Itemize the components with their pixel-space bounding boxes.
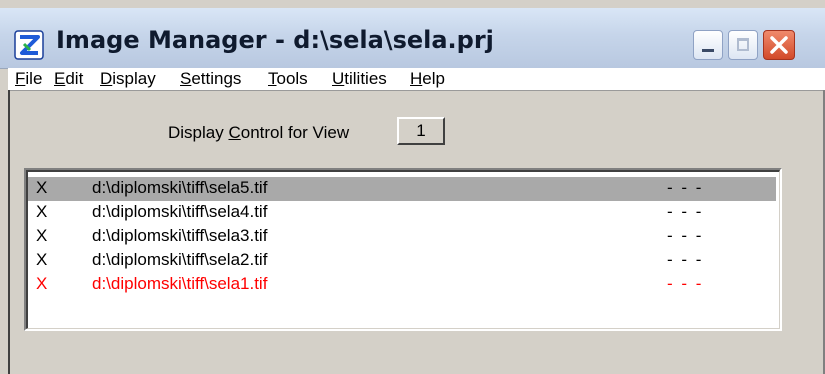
close-icon bbox=[770, 36, 788, 54]
window-border-left bbox=[8, 90, 10, 374]
title-bar[interactable]: Image Manager - d:\sela\sela.prj bbox=[0, 8, 825, 69]
image-status: - - - bbox=[667, 178, 704, 197]
image-file-path: d:\diplomski\tiff\sela1.tif bbox=[92, 274, 268, 293]
image-list-row[interactable]: Xd:\diplomski\tiff\sela4.tif - - - bbox=[28, 201, 779, 225]
minimize-button[interactable] bbox=[693, 30, 723, 60]
close-button[interactable] bbox=[763, 30, 795, 60]
image-status: - - - bbox=[667, 250, 704, 269]
menu-display[interactable]: Display bbox=[100, 69, 156, 89]
image-list-row[interactable]: Xd:\diplomski\tiff\sela5.tif - - - bbox=[28, 177, 776, 201]
display-toggle-mark[interactable]: X bbox=[36, 202, 47, 222]
image-file-path: d:\diplomski\tiff\sela3.tif bbox=[92, 226, 268, 245]
minimize-icon bbox=[702, 49, 714, 52]
display-toggle-mark[interactable]: X bbox=[36, 178, 47, 198]
image-file-path: d:\diplomski\tiff\sela2.tif bbox=[92, 250, 268, 269]
image-file-path: d:\diplomski\tiff\sela4.tif bbox=[92, 202, 268, 221]
menu-file[interactable]: File bbox=[15, 69, 42, 89]
image-status: - - - bbox=[667, 226, 704, 245]
app-icon bbox=[14, 30, 44, 60]
image-list-frame: Xd:\diplomski\tiff\sela5.tif - - - Xd:\dip… bbox=[24, 168, 782, 331]
menu-edit[interactable]: Edit bbox=[54, 69, 83, 89]
image-list-row[interactable]: Xd:\diplomski\tiff\sela1.tif - - - bbox=[28, 273, 779, 297]
menu-help[interactable]: Help bbox=[410, 69, 445, 89]
image-list-row[interactable]: Xd:\diplomski\tiff\sela2.tif - - - bbox=[28, 249, 779, 273]
view-number-button[interactable]: 1 bbox=[397, 117, 445, 145]
menu-bar: File Edit Display Settings Tools Utiliti… bbox=[8, 68, 825, 91]
image-list[interactable]: Xd:\diplomski\tiff\sela5.tif - - - Xd:\dip… bbox=[26, 170, 780, 329]
image-status: - - - bbox=[667, 274, 704, 293]
image-file-path: d:\diplomski\tiff\sela5.tif bbox=[92, 178, 268, 197]
maximize-icon bbox=[737, 38, 749, 51]
menu-settings[interactable]: Settings bbox=[180, 69, 241, 89]
display-control-label: Display Control for View bbox=[168, 123, 350, 142]
maximize-button[interactable] bbox=[728, 30, 758, 60]
menu-tools[interactable]: Tools bbox=[268, 69, 308, 89]
image-status: - - - bbox=[667, 202, 704, 221]
display-toggle-mark[interactable]: X bbox=[36, 274, 47, 294]
image-manager-window: Image Manager - d:\sela\sela.prj File Ed… bbox=[0, 0, 825, 374]
menu-utilities[interactable]: Utilities bbox=[332, 69, 387, 89]
window-title: Image Manager - d:\sela\sela.prj bbox=[56, 26, 494, 54]
display-toggle-mark[interactable]: X bbox=[36, 250, 47, 270]
display-toggle-mark[interactable]: X bbox=[36, 226, 47, 246]
image-list-row[interactable]: Xd:\diplomski\tiff\sela3.tif - - - bbox=[28, 225, 779, 249]
